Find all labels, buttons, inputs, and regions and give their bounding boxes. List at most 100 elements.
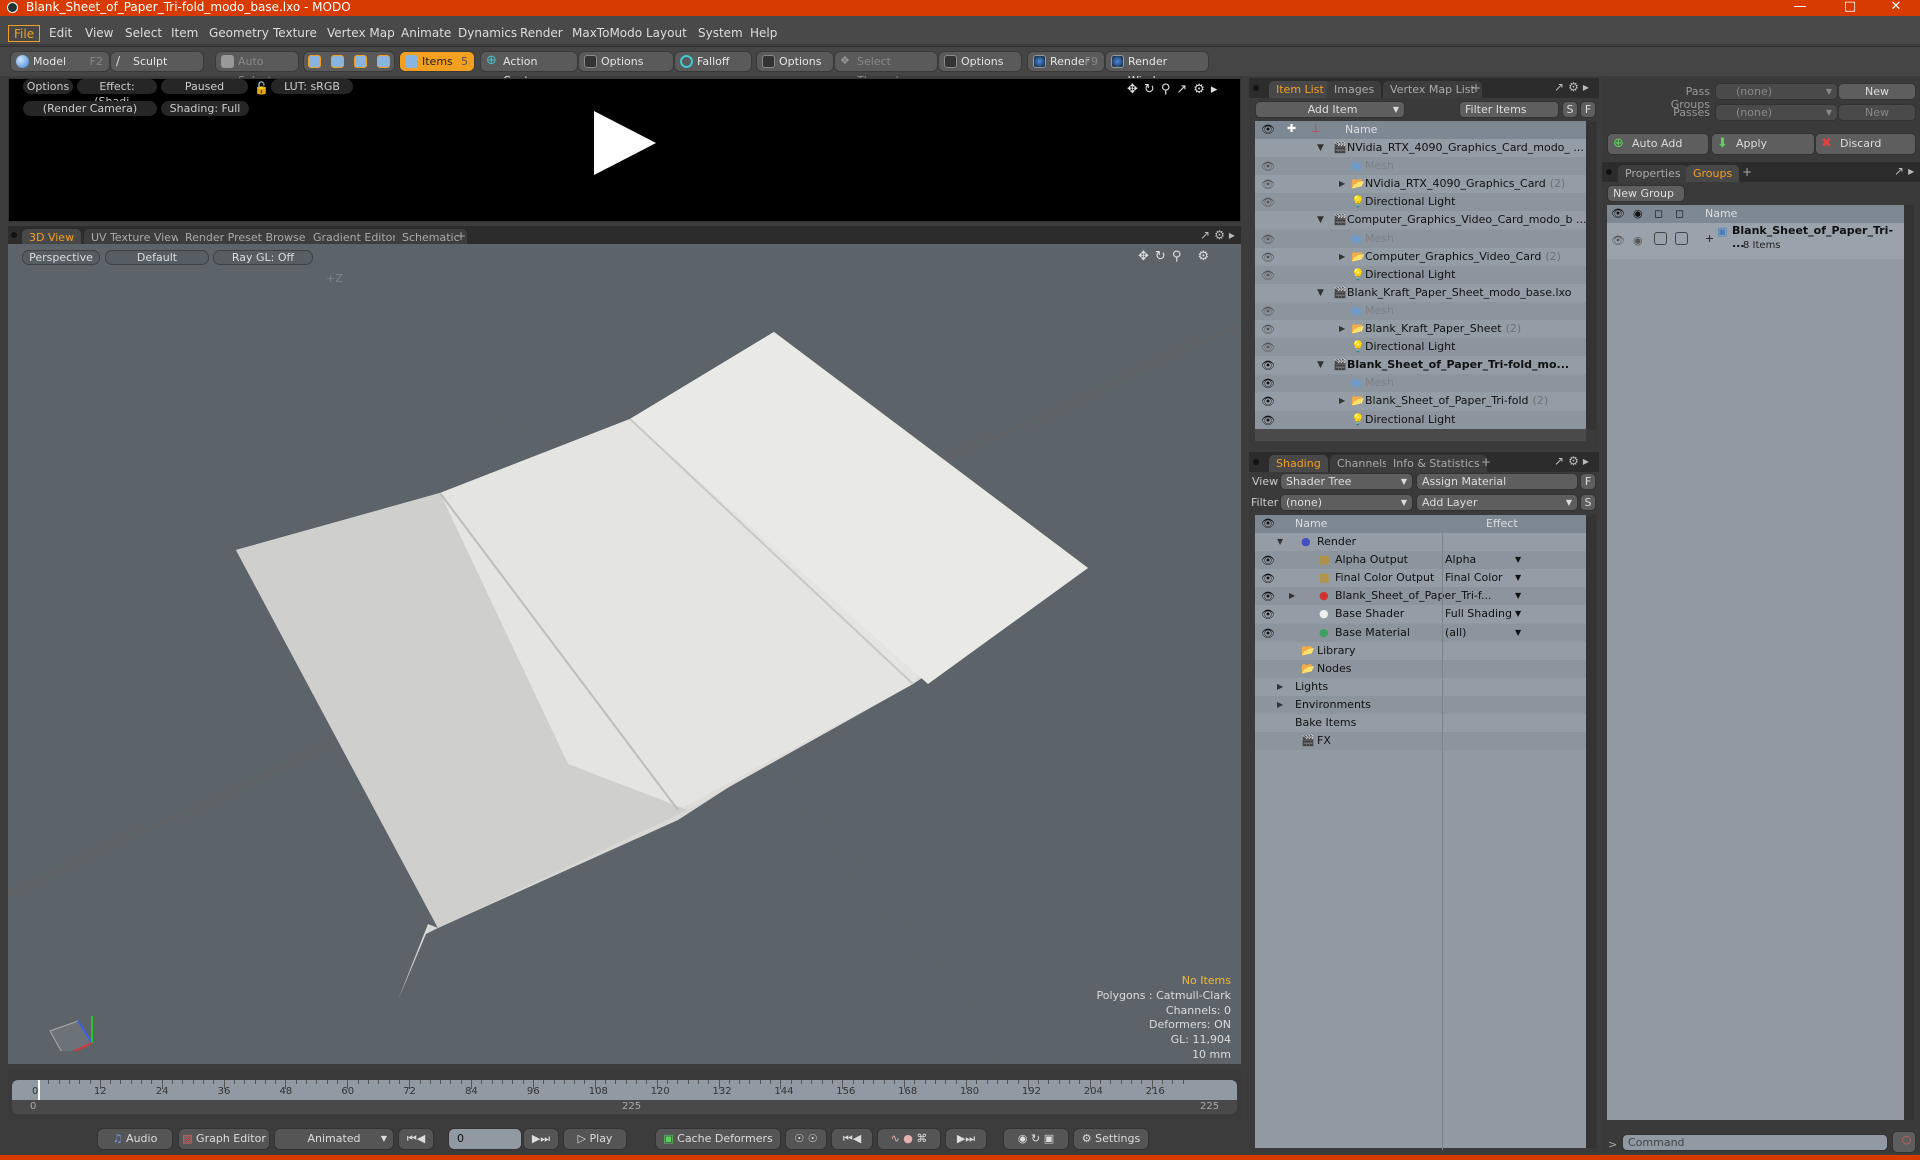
key-tools[interactable]: ◉ ↻ ▣: [1003, 1128, 1069, 1150]
pass-groups-dropdown[interactable]: (none) ▼: [1715, 83, 1838, 100]
panel-controls[interactable]: ↗⚙▸: [1554, 454, 1593, 468]
expand-icon[interactable]: ▶: [1277, 678, 1283, 696]
maximize-icon[interactable]: ↗: [1894, 164, 1908, 178]
gear-icon[interactable]: ⚙: [1197, 249, 1215, 264]
unlock-icon[interactable]: 🔓: [254, 81, 269, 95]
key-down-icon[interactable]: ☉: [808, 1132, 818, 1145]
menu-file[interactable]: File: [8, 25, 41, 42]
menu-geometry[interactable]: Geometry: [204, 25, 274, 42]
visibility-toggle-icon[interactable]: 👁: [1261, 570, 1275, 586]
model-mode-button[interactable]: Model F2: [10, 51, 110, 72]
render-window-button[interactable]: Render Window: [1105, 51, 1209, 87]
last-frame-icon[interactable]: ⏭: [540, 1132, 550, 1145]
play-button[interactable]: ▷ Play: [563, 1128, 627, 1150]
menu-maxtomodo[interactable]: MaxToModo: [567, 25, 647, 42]
menu-view[interactable]: View: [80, 25, 118, 42]
render-options-button[interactable]: Options: [23, 79, 73, 94]
visibility-toggle-icon[interactable]: 👁: [1611, 234, 1625, 247]
shader-tree-row[interactable]: ▶ Environments: [1255, 695, 1587, 714]
apply-button[interactable]: ⬇ Apply: [1711, 133, 1815, 155]
view-dropdown[interactable]: Shader Tree ▼: [1280, 473, 1413, 490]
panel-menu-icon[interactable]: [1606, 169, 1612, 175]
timeline[interactable]: 0 12 24 36 48 60 72 84 96 108 120 132 144 156 168 180 19…: [8, 1070, 1241, 1120]
expand-icon[interactable]: +: [1705, 232, 1714, 245]
key-tool-1-icon[interactable]: ◉: [1018, 1132, 1028, 1145]
expand-icon[interactable]: ▼: [1317, 284, 1324, 302]
item-list-row[interactable]: 👁 ▣ Mesh: [1255, 157, 1587, 176]
menu-animate[interactable]: Animate: [396, 25, 456, 42]
filter-dropdown[interactable]: (none) ▼: [1280, 494, 1413, 511]
zoom-icon[interactable]: ⚲: [1161, 82, 1177, 97]
auto-key-icon[interactable]: ⌘: [916, 1132, 927, 1145]
visibility-toggle-icon[interactable]: 👁: [1261, 176, 1275, 192]
tab-item-list[interactable]: Item List: [1269, 81, 1331, 98]
maximize-icon[interactable]: ↗: [1554, 454, 1568, 468]
menu-system[interactable]: System: [693, 25, 748, 42]
next-key-icon[interactable]: ▶: [957, 1132, 965, 1145]
panel-menu-icon[interactable]: [1253, 85, 1259, 91]
prev-key-icon[interactable]: ◀: [853, 1132, 861, 1145]
viewport-tab-controls[interactable]: ↗⚙▸: [1200, 228, 1239, 242]
first-frame-icon[interactable]: ⏮: [407, 1132, 417, 1145]
visibility-toggle-icon[interactable]: 👁: [1261, 375, 1275, 391]
new-group-button[interactable]: New Group: [1607, 185, 1685, 202]
f-button[interactable]: F: [1580, 101, 1596, 118]
key-up-icon[interactable]: ☉: [794, 1132, 804, 1145]
expand-icon[interactable]: ▶: [1339, 175, 1345, 193]
falloff-button[interactable]: Falloff: [674, 51, 752, 72]
discard-button[interactable]: ✖ Discard: [1815, 133, 1916, 155]
gear-icon[interactable]: ⚙: [1193, 82, 1211, 97]
materials-mode-icon[interactable]: [377, 55, 390, 68]
add-tab-icon[interactable]: +: [1481, 455, 1491, 469]
item-list-row[interactable]: 👁 ▼ 🎬 Blank_Sheet_of_Paper_Tri-fold_mo...: [1255, 356, 1587, 375]
record-macro-button[interactable]: ○: [1892, 1131, 1916, 1153]
name-column-header[interactable]: Name: [1295, 517, 1327, 530]
tab-groups[interactable]: Groups: [1686, 165, 1740, 182]
gear-icon[interactable]: ⚙: [1568, 80, 1583, 94]
visibility-toggle-icon[interactable]: 👁: [1261, 357, 1275, 373]
shader-tree-row[interactable]: ▼ ● Render: [1255, 533, 1587, 551]
arrow-right-icon[interactable]: ▸: [1583, 80, 1593, 94]
polygons-mode-icon[interactable]: [354, 55, 367, 68]
3d-viewport[interactable]: Perspective Default Ray GL: Off +Z ✥↻⚲ ⚙…: [8, 244, 1241, 1064]
item-list-row[interactable]: 👁 ▣ Mesh: [1255, 374, 1587, 393]
item-list-row[interactable]: 👁 ▶ 📂 NVidia_RTX_4090_Graphics_Card (2): [1255, 175, 1587, 194]
select-through-options-button[interactable]: Options: [938, 51, 1022, 72]
s-button[interactable]: S: [1580, 494, 1596, 511]
sculpt-mode-button[interactable]: / Sculpt: [110, 51, 204, 72]
record-icon[interactable]: ●: [903, 1132, 913, 1145]
edges-mode-icon[interactable]: [331, 55, 344, 68]
effect-dropdown[interactable]: Effect: (Shadi...: [77, 79, 157, 108]
item-list-row[interactable]: ▼ 🎬 Blank_Kraft_Paper_Sheet_modo_base.lxo: [1255, 283, 1587, 302]
shader-tree-row[interactable]: 🎬 FX: [1255, 732, 1587, 751]
s-button[interactable]: S: [1562, 101, 1578, 118]
last-key-icon[interactable]: ⏭: [965, 1132, 975, 1145]
render-camera-dropdown[interactable]: (Render Camera): [23, 101, 157, 116]
lock-toggle[interactable]: [1654, 232, 1667, 245]
shader-tree-row[interactable]: 👁 ● Base Shader ▼ Full Shading: [1255, 605, 1587, 624]
tab-shading[interactable]: Shading: [1269, 455, 1328, 472]
f-button[interactable]: F: [1580, 473, 1596, 490]
assign-material-button[interactable]: Assign Material: [1416, 473, 1578, 490]
panel-controls[interactable]: ↗⚙▸: [1554, 80, 1593, 94]
select-through-button[interactable]: ❖ Select Through: [834, 51, 938, 87]
render-view-controls[interactable]: ✥↻⚲↗⚙▸: [1127, 82, 1223, 97]
minimize-button[interactable]: —: [1780, 0, 1820, 16]
key-tool-2-icon[interactable]: ↻: [1031, 1132, 1040, 1145]
add-tab-icon[interactable]: +: [456, 229, 466, 243]
auto-select-button[interactable]: Auto Select: [215, 51, 299, 87]
expand-icon[interactable]: ▼: [1317, 139, 1324, 157]
arrow-right-icon[interactable]: ▸: [1211, 82, 1224, 97]
action-center-button[interactable]: ⊕ Action Center: [480, 51, 578, 87]
item-list-scrollbar[interactable]: [1586, 121, 1596, 429]
graph-editor-button[interactable]: ▧ Graph Editor: [178, 1128, 270, 1150]
zoom-icon[interactable]: ⚲: [1172, 249, 1188, 264]
arrow-right-icon[interactable]: ▸: [1229, 228, 1239, 242]
visibility-toggle-icon[interactable]: 👁: [1261, 249, 1275, 265]
maximize-icon[interactable]: ↗: [1176, 82, 1193, 97]
cache-deformers-button[interactable]: ▣ Cache Deformers: [655, 1128, 781, 1150]
render-toggle-icon[interactable]: ◉: [1633, 234, 1643, 247]
visibility-toggle-icon[interactable]: 👁: [1261, 606, 1275, 622]
menu-select[interactable]: Select: [120, 25, 167, 42]
expand-icon[interactable]: ▶: [1277, 696, 1283, 714]
